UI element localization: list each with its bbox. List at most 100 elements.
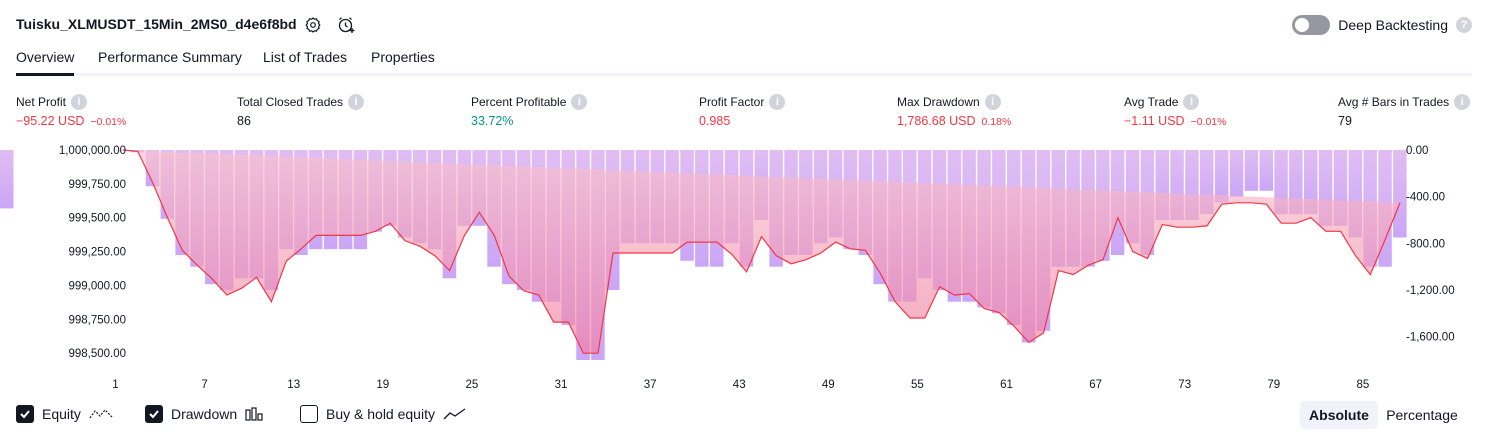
- info-icon[interactable]: i: [984, 94, 1001, 110]
- strategy-header: Tuisku_XLMUSDT_15Min_2MS0_d4e6f8bd Deep …: [16, 12, 1472, 38]
- metric-percent: −0.01%: [1190, 116, 1227, 128]
- x-axis: 1 7 13 19 25 31 37 43 49 55 61 67 73 79 85: [112, 379, 1369, 391]
- metric-percent: 0.18%: [981, 116, 1012, 128]
- info-icon[interactable]: i: [348, 94, 365, 110]
- report-tabs: Overview Performance Summary List of Tra…: [16, 46, 1472, 76]
- right-axis-tick-label: -400.00: [1406, 192, 1445, 204]
- info-icon[interactable]: i: [769, 94, 786, 110]
- x-axis-tick-label: 73: [1178, 379, 1191, 391]
- metric-value: 33.72%: [471, 114, 514, 128]
- legend-equity-label: Equity: [42, 406, 81, 422]
- x-axis-tick-label: 7: [201, 379, 207, 391]
- deep-backtesting-label: Deep Backtesting: [1338, 17, 1448, 33]
- tab-overview[interactable]: Overview: [16, 49, 75, 76]
- metric-value: −1.11 USD: [1124, 114, 1185, 128]
- info-icon[interactable]: i: [1183, 94, 1200, 110]
- alarm-clock-plus-icon: [338, 17, 355, 33]
- drawdown-checkbox[interactable]: [145, 405, 163, 423]
- info-icon[interactable]: i: [1454, 94, 1471, 110]
- x-axis-tick-label: 31: [555, 379, 568, 391]
- info-icon[interactable]: i: [71, 94, 88, 110]
- metric-net-profit: Net Profit i −95.22 USD −0.01%: [16, 94, 126, 130]
- bars-icon: [245, 407, 263, 421]
- x-axis-tick-label: 37: [644, 379, 657, 391]
- metric-label: Avg Trade: [1124, 95, 1179, 109]
- right-axis-tick-label: 0.00: [1406, 145, 1428, 157]
- deep-backtesting-toggle[interactable]: [1292, 15, 1331, 35]
- tab-performance-summary[interactable]: Performance Summary: [98, 49, 242, 76]
- metric-label: Profit Factor: [699, 95, 765, 109]
- metric-label: Total Closed Trades: [237, 95, 344, 109]
- left-axis-tick-label: 998,500.00: [68, 348, 126, 360]
- help-icon[interactable]: ?: [1456, 17, 1472, 33]
- metric-label: Max Drawdown: [897, 95, 980, 109]
- metric-value: 86: [237, 114, 251, 128]
- percentage-toggle-button[interactable]: Percentage: [1380, 401, 1464, 429]
- drawdown-bar: [1229, 150, 1244, 197]
- checkmark-icon: [149, 410, 159, 419]
- buy-hold-checkbox[interactable]: [300, 405, 318, 423]
- x-axis-tick-label: 49: [822, 379, 835, 391]
- deep-backtesting-control: Deep Backtesting ?: [1292, 14, 1472, 36]
- metric-label: Percent Profitable: [471, 95, 567, 109]
- drawdown-bar: [1244, 150, 1259, 191]
- left-axis-tick-label: 999,500.00: [68, 213, 126, 225]
- legend-equity[interactable]: Equity: [16, 402, 113, 426]
- add-alert-icon[interactable]: [335, 14, 357, 36]
- drawdown-bar: [1214, 150, 1229, 203]
- drawdown-bar: [1259, 150, 1273, 191]
- checkmark-icon: [20, 410, 30, 419]
- metric-label: Avg # Bars in Trades: [1338, 95, 1450, 109]
- x-axis-tick-label: 25: [466, 379, 479, 391]
- tab-list-of-trades[interactable]: List of Trades: [263, 49, 347, 76]
- metric-total-closed-trades: Total Closed Trades i 86: [237, 94, 365, 130]
- legend-drawdown-label: Drawdown: [171, 406, 238, 422]
- info-icon[interactable]: i: [571, 94, 588, 110]
- trend-line-icon: [443, 408, 466, 420]
- metric-max-drawdown: Max Drawdown i 1,786.68 USD 0.18%: [897, 94, 1011, 130]
- metric-percent: −0.01%: [90, 116, 127, 128]
- x-axis-tick-label: 79: [1267, 379, 1280, 391]
- metric-label: Net Profit: [16, 95, 67, 109]
- metric-value: −95.22 USD: [16, 114, 85, 128]
- left-axis-tick-label: 999,000.00: [68, 281, 126, 293]
- left-axis-tick-label: 999,750.00: [68, 179, 126, 191]
- metric-avg-bars-in-trades: Avg # Bars in Trades i 79: [1338, 94, 1471, 130]
- legend-buy-hold-label: Buy & hold equity: [326, 406, 435, 422]
- right-axis: 0.00 -400.00 -800.00 -1,200.00 -1,600.00: [1406, 145, 1455, 344]
- strategy-title: Tuisku_XLMUSDT_15Min_2MS0_d4e6f8bd: [16, 16, 297, 32]
- toggle-knob: [1295, 18, 1310, 32]
- x-axis-tick-label: 13: [287, 379, 300, 391]
- x-axis-tick-label: 55: [911, 379, 924, 391]
- right-axis-tick-label: -800.00: [1406, 238, 1445, 250]
- x-axis-tick-label: 67: [1089, 379, 1102, 391]
- left-axis: 1,000,000.00 999,750.00 999,500.00 999,250.…: [59, 145, 126, 360]
- x-axis-tick-label: 85: [1357, 379, 1370, 391]
- x-axis-tick-label: 43: [733, 379, 746, 391]
- x-axis-tick-label: 61: [1000, 379, 1013, 391]
- right-axis-tick-label: -1,200.00: [1406, 285, 1455, 297]
- equity-checkbox[interactable]: [16, 405, 34, 423]
- drawdown-bar: [0, 150, 14, 209]
- metric-value: 79: [1338, 114, 1352, 128]
- metric-profit-factor: Profit Factor i 0.985: [699, 94, 786, 130]
- absolute-toggle-button[interactable]: Absolute: [1300, 401, 1378, 429]
- settings-gear-icon[interactable]: [302, 14, 324, 36]
- right-axis-tick-label: -1,600.00: [1406, 332, 1455, 344]
- legend-drawdown[interactable]: Drawdown: [145, 402, 263, 426]
- metric-avg-trade: Avg Trade i −1.11 USD −0.01%: [1124, 94, 1226, 130]
- metric-percent-profitable: Percent Profitable i 33.72%: [471, 94, 588, 130]
- metric-value: 1,786.68 USD: [897, 114, 976, 128]
- left-axis-tick-label: 998,750.00: [68, 314, 126, 326]
- left-axis-tick-label: 1,000,000.00: [59, 145, 126, 157]
- legend-buy-hold-equity[interactable]: Buy & hold equity: [300, 402, 467, 426]
- equity-line-icon: [89, 409, 113, 419]
- equity-drawdown-chart[interactable]: 1,000,000.00 999,750.00 999,500.00 999,250.…: [0, 138, 1486, 392]
- metric-value: 0.985: [699, 114, 731, 128]
- tab-properties[interactable]: Properties: [371, 49, 435, 76]
- gear-icon: [305, 17, 321, 33]
- x-axis-tick-label: 19: [376, 379, 389, 391]
- x-axis-tick-label: 1: [112, 379, 118, 391]
- left-axis-tick-label: 999,250.00: [68, 247, 126, 259]
- drawdown-bar: [1393, 150, 1407, 238]
